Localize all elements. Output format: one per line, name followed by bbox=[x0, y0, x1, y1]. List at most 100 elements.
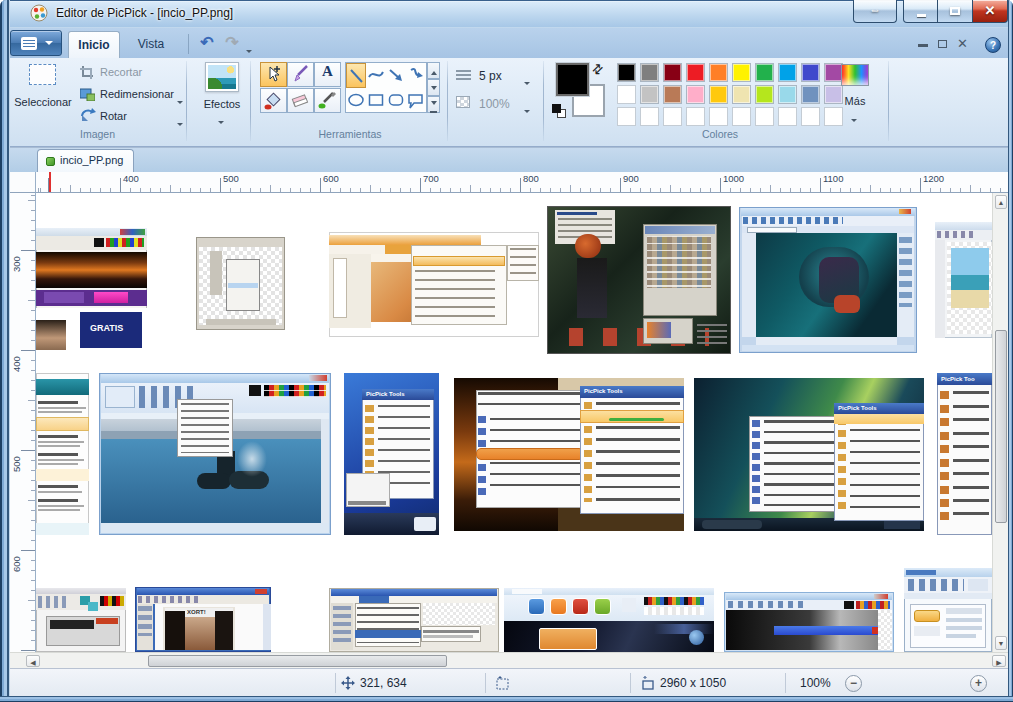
vertical-scroll-thumb[interactable] bbox=[995, 330, 1007, 523]
mas-button[interactable]: Más bbox=[836, 95, 874, 107]
color-swatch[interactable] bbox=[640, 107, 659, 126]
undo-button[interactable]: ↶ bbox=[196, 33, 218, 53]
maximize-button[interactable] bbox=[938, 0, 972, 23]
color-picker-tool[interactable] bbox=[314, 88, 341, 113]
color-swatch[interactable] bbox=[732, 63, 751, 82]
shape-arrow[interactable] bbox=[386, 63, 406, 88]
cursor-position: 321, 634 bbox=[360, 676, 407, 690]
redimensionar-caret[interactable] bbox=[177, 93, 183, 111]
rotar-button[interactable]: Rotar bbox=[100, 110, 127, 122]
status-bar: 321, 634 2960 x 1050 100% − + bbox=[0, 668, 1013, 696]
zoom-out-button[interactable]: − bbox=[845, 675, 862, 692]
color-swatch[interactable] bbox=[824, 107, 843, 126]
efectos-caret[interactable] bbox=[218, 113, 224, 131]
color-swatch[interactable] bbox=[709, 85, 728, 104]
color-swatch[interactable] bbox=[755, 107, 774, 126]
opacity-icon bbox=[456, 96, 470, 108]
close-button[interactable]: ✕ bbox=[972, 0, 1008, 23]
vertical-scrollbar[interactable]: ▲ ▼ bbox=[992, 193, 1008, 652]
color-swatch[interactable] bbox=[663, 85, 682, 104]
shape-line[interactable] bbox=[346, 63, 366, 88]
color-swatch[interactable] bbox=[732, 107, 751, 126]
opacity-value[interactable]: 100% bbox=[479, 97, 510, 111]
line-width-caret[interactable] bbox=[524, 74, 530, 92]
color-swatch[interactable] bbox=[778, 107, 797, 126]
color-swatch[interactable] bbox=[755, 85, 774, 104]
scroll-left-button[interactable]: ◀ bbox=[26, 655, 40, 667]
color-swatch[interactable] bbox=[778, 63, 797, 82]
fill-tool[interactable] bbox=[260, 88, 287, 113]
color-swatch[interactable] bbox=[778, 85, 797, 104]
color-swatch[interactable] bbox=[663, 63, 682, 82]
horizontal-scroll-thumb[interactable] bbox=[148, 655, 447, 667]
document-tab[interactable]: incio_PP.png bbox=[37, 149, 134, 172]
gallery-expand[interactable] bbox=[427, 96, 440, 113]
shape-ellipse[interactable] bbox=[346, 88, 366, 113]
foreground-color-swatch[interactable] bbox=[556, 63, 589, 96]
eraser-tool[interactable] bbox=[287, 88, 314, 113]
ruler-label: 1100 bbox=[823, 173, 843, 184]
color-swatch[interactable] bbox=[640, 85, 659, 104]
line-width-value[interactable]: 5 px bbox=[479, 69, 502, 83]
color-swatch[interactable] bbox=[617, 63, 636, 82]
mas-caret[interactable] bbox=[851, 111, 857, 129]
gallery-scroll-down[interactable] bbox=[427, 79, 440, 96]
zoom-level: 100% bbox=[800, 676, 831, 690]
color-swatch[interactable] bbox=[755, 63, 774, 82]
color-swatch[interactable] bbox=[686, 63, 705, 82]
efectos-label[interactable]: Efectos bbox=[186, 98, 258, 110]
scroll-up-button[interactable]: ▲ bbox=[995, 195, 1007, 209]
recortar-button[interactable]: Recortar bbox=[100, 66, 142, 78]
brush-tool[interactable] bbox=[287, 62, 314, 87]
redimensionar-button[interactable]: Redimensionar bbox=[100, 88, 174, 100]
color-swatch[interactable] bbox=[663, 107, 682, 126]
color-swatch[interactable] bbox=[732, 85, 751, 104]
mdi-minimize-button[interactable] bbox=[918, 44, 928, 47]
color-swatch[interactable] bbox=[801, 63, 820, 82]
scroll-right-button[interactable]: ▶ bbox=[992, 655, 1006, 667]
canvas-thumbnail bbox=[36, 373, 89, 535]
color-swatch[interactable] bbox=[801, 85, 820, 104]
horizontal-scrollbar[interactable]: ◀ ▶ bbox=[10, 652, 1008, 668]
seleccionar-label[interactable]: Seleccionar bbox=[12, 96, 74, 108]
app-menu-button[interactable] bbox=[10, 30, 62, 56]
imagen-group-label: Imagen bbox=[40, 128, 155, 140]
tab-vista[interactable]: Vista bbox=[126, 31, 176, 58]
window-frame-bottom bbox=[0, 696, 1013, 702]
mdi-restore-button[interactable] bbox=[938, 40, 947, 48]
horizontal-ruler: 400500600700800900100011001200 bbox=[36, 172, 1008, 193]
text-tool[interactable]: A bbox=[314, 62, 341, 87]
shape-speech-bubble[interactable] bbox=[406, 88, 426, 113]
color-swatch[interactable] bbox=[686, 107, 705, 126]
resize-icon bbox=[80, 87, 95, 101]
canvas-thumbnail: PicPick Tools bbox=[454, 378, 684, 531]
shape-rounded-rectangle[interactable] bbox=[386, 88, 406, 113]
gallery-scroll-up[interactable] bbox=[427, 62, 440, 79]
color-swatch[interactable] bbox=[617, 85, 636, 104]
shape-rectangle[interactable] bbox=[366, 88, 386, 113]
redo-button[interactable]: ↷ bbox=[221, 33, 243, 53]
minimize-button[interactable] bbox=[903, 0, 938, 23]
color-swatch[interactable] bbox=[640, 63, 659, 82]
arrange-button[interactable]: ⇔ bbox=[853, 0, 897, 23]
shape-curved-arrow[interactable] bbox=[406, 63, 426, 88]
scroll-down-button[interactable]: ▼ bbox=[995, 636, 1007, 650]
color-swatch[interactable] bbox=[686, 85, 705, 104]
chevron-down-icon bbox=[45, 41, 53, 49]
rotar-caret[interactable] bbox=[177, 115, 183, 133]
help-button[interactable]: ? bbox=[985, 37, 1001, 53]
opacity-caret[interactable] bbox=[524, 102, 530, 120]
shape-curve[interactable] bbox=[366, 63, 386, 88]
image-size: 2960 x 1050 bbox=[660, 676, 726, 690]
select-arrow-tool[interactable] bbox=[260, 62, 287, 87]
mdi-close-button[interactable]: ✕ bbox=[957, 36, 968, 50]
image-canvas[interactable]: GRATISPicPick ToolsPicPick ToolsPicPick … bbox=[36, 193, 992, 652]
color-swatch[interactable] bbox=[709, 63, 728, 82]
selection-rectangle-icon bbox=[29, 64, 56, 85]
tab-inicio[interactable]: Inicio bbox=[68, 31, 120, 58]
efectos-button[interactable] bbox=[205, 62, 239, 92]
color-swatch[interactable] bbox=[801, 107, 820, 126]
zoom-in-button[interactable]: + bbox=[970, 675, 987, 692]
color-swatch[interactable] bbox=[709, 107, 728, 126]
color-swatch[interactable] bbox=[617, 107, 636, 126]
